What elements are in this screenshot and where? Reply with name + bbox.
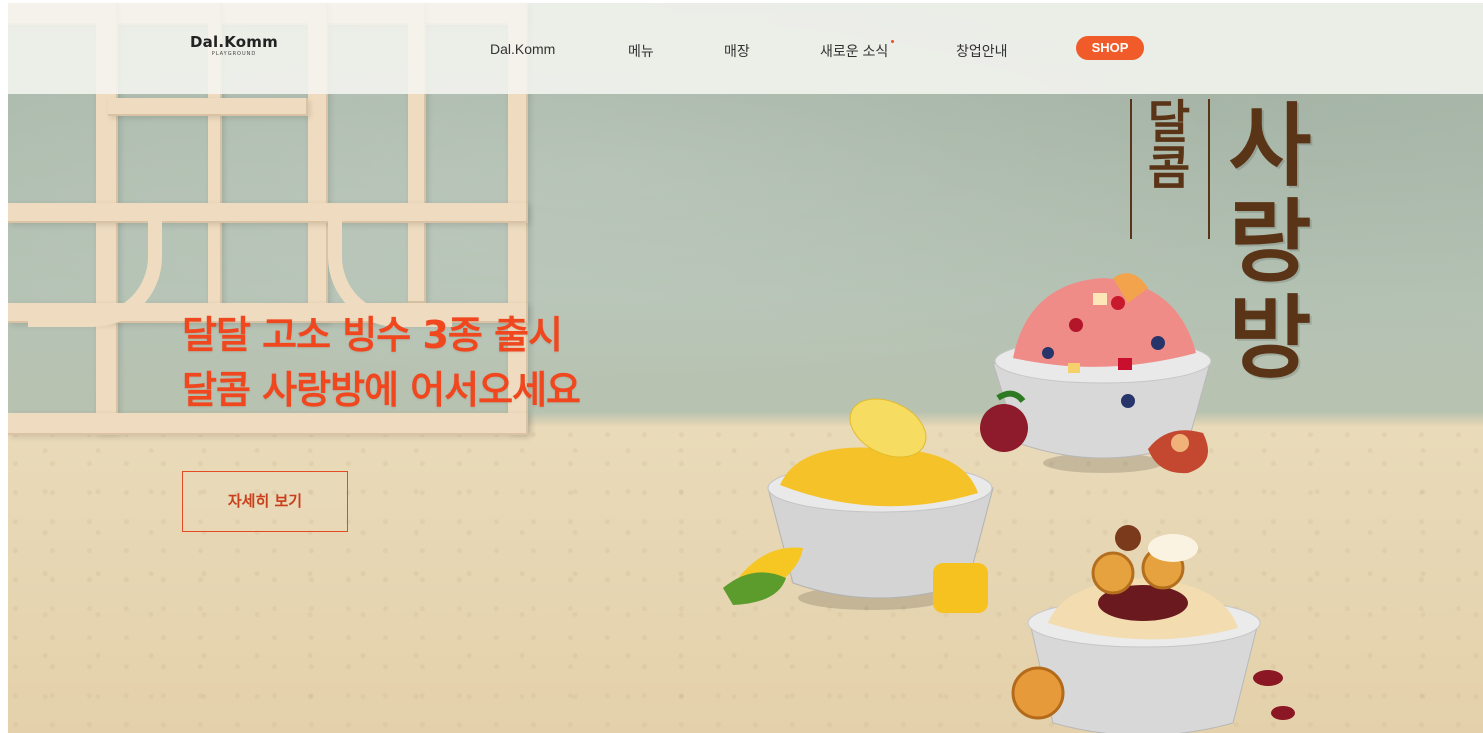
vertical-text-sarangbang: 사 랑 방 (1220, 99, 1320, 387)
top-navigation: Dal.Komm PLAYGROUND Dal.Komm 메뉴 매장 새로운 소… (8, 3, 1483, 94)
corn-bingsu-image (723, 398, 994, 613)
logo-text: Dal.Komm (190, 33, 278, 51)
nav-item-stores[interactable]: 매장 (724, 41, 750, 61)
nav-item-franchise[interactable]: 창업안내 (956, 41, 1008, 61)
nav-item-menu[interactable]: 메뉴 (628, 41, 654, 61)
dalkomm-logo[interactable]: Dal.Komm PLAYGROUND (190, 33, 278, 57)
berry-bingsu-image (980, 273, 1212, 474)
calligraphy-divider-right (1208, 99, 1210, 239)
headline-line-1: 달달 고소 빙수 3종 출시 (182, 313, 563, 357)
vertical-text-dalkomm: 달 콤 (1133, 99, 1205, 191)
vertical-char: 사 (1228, 94, 1312, 199)
vertical-char: 방 (1228, 286, 1312, 391)
nav-item-dalkomm[interactable]: Dal.Komm (490, 41, 555, 57)
nav-item-news[interactable]: 새로운 소식 (820, 41, 888, 61)
shop-button[interactable]: SHOP (1076, 36, 1144, 60)
news-dot-indicator (891, 40, 894, 43)
calligraphy-divider-left (1130, 99, 1132, 239)
vertical-char: 콤 (1147, 141, 1191, 195)
headline-line-2: 달콤 사랑방에 어서오세요 (182, 368, 581, 412)
logo-subtext: PLAYGROUND (211, 51, 257, 57)
vertical-char: 달 (1147, 95, 1191, 149)
hero-headline: 달달 고소 빙수 3종 출시 달콤 사랑방에 어서오세요 (182, 308, 581, 418)
vertical-char: 랑 (1228, 190, 1312, 295)
view-details-button[interactable]: 자세히 보기 (182, 471, 348, 532)
red-bean-bingsu-image (1011, 525, 1295, 733)
